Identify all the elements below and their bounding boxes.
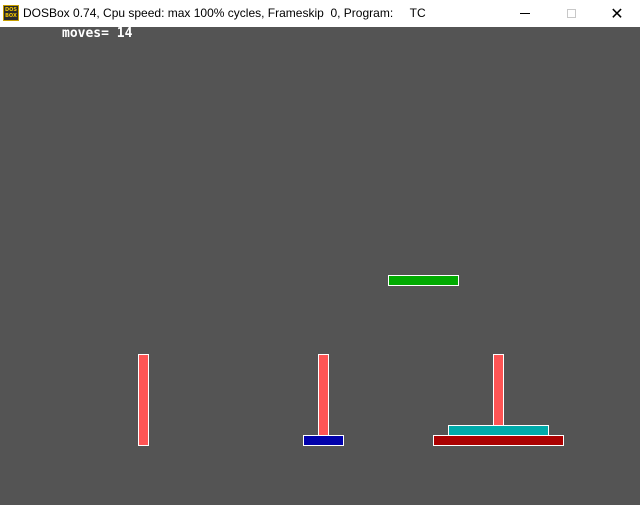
title-bar[interactable]: DOS BOX DOSBox 0.74, Cpu speed: max 100%…: [0, 0, 640, 27]
peg-middle[interactable]: [318, 354, 329, 436]
dosbox-icon[interactable]: DOS BOX: [3, 5, 19, 21]
moves-label: moves=: [62, 26, 109, 41]
dosbox-window: DOS BOX DOSBox 0.74, Cpu speed: max 100%…: [0, 0, 640, 505]
close-icon: ✕: [610, 4, 624, 23]
moves-counter: moves= 14: [62, 26, 132, 41]
window-title: DOSBox 0.74, Cpu speed: max 100% cycles,…: [23, 6, 426, 20]
disk-blue[interactable]: [303, 435, 344, 446]
minimize-icon: [520, 13, 530, 14]
peg-right[interactable]: [493, 354, 504, 426]
moves-value: 14: [116, 26, 133, 41]
disk-red[interactable]: [433, 435, 564, 446]
maximize-button[interactable]: [548, 0, 594, 27]
close-button[interactable]: ✕: [594, 0, 640, 27]
minimize-button[interactable]: [502, 0, 548, 27]
icon-text-bottom: BOX: [5, 13, 17, 19]
disk-green[interactable]: [388, 275, 459, 286]
peg-left[interactable]: [138, 354, 149, 446]
maximize-icon: [566, 9, 576, 18]
